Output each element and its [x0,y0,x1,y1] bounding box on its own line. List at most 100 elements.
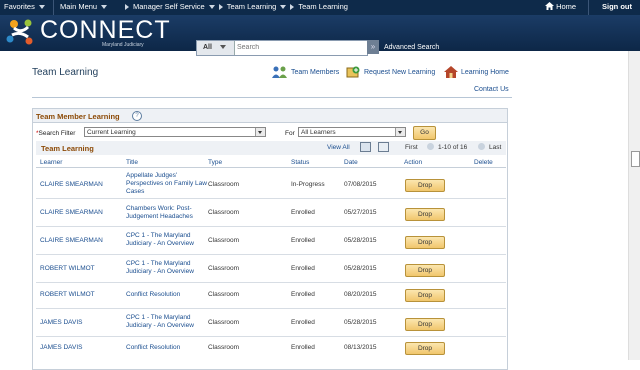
favorites-menu[interactable]: Favorites [4,2,45,11]
first-link[interactable]: First [405,144,418,151]
drop-button[interactable]: Drop [405,264,445,277]
learning-home-link[interactable]: Learning Home [444,66,509,78]
title-cell[interactable]: CPC 1 - The Maryland Judiciary - An Over… [126,260,208,276]
team-members-label: Team Members [291,68,340,76]
search-filter-value: Current Learning [87,129,136,136]
divider [53,0,54,15]
title-cell[interactable]: Chambers Work: Post-Judgement Headaches [126,205,208,221]
logo-icon [6,19,33,45]
search-scope-select[interactable]: All [197,41,235,55]
row-range: 1-10 of 16 [438,144,468,151]
breadcrumb-item-current[interactable]: Team Learning [298,2,348,11]
title-cell[interactable]: Conflict Resolution [126,291,208,299]
page-title: Team Learning [32,67,99,78]
learner-cell[interactable]: ROBERT WILMOT [40,291,95,299]
table-row: JAMES DAVIS Conflict Resolution Classroo… [36,337,506,360]
search-scope-label: All [203,44,212,51]
advanced-search-link[interactable]: Advanced Search [384,44,439,51]
next-icon[interactable] [478,143,485,150]
column-header-delete: Delete [474,159,493,166]
last-link[interactable]: Last [489,144,501,151]
chevron-down-icon [255,128,265,136]
status-cell: In-Progress [291,181,325,188]
status-cell: Enrolled [291,265,315,272]
column-header-status[interactable]: Status [291,159,309,166]
date-cell: 05/27/2015 [344,209,377,216]
team-members-link[interactable]: Team Members [272,66,339,78]
breadcrumb-item[interactable]: Team Learning [227,2,277,11]
column-header-action: Action [404,159,423,166]
type-cell: Classroom [208,344,240,351]
column-header-type[interactable]: Type [208,159,222,166]
drop-button[interactable]: Drop [405,179,445,192]
drop-button[interactable]: Drop [405,289,445,302]
request-new-learning-link[interactable]: Request New Learning [346,66,435,78]
header-banner: CONNECT Maryland Judiciary All » Advance… [0,15,640,56]
request-learning-icon [346,66,360,78]
search-filter-label-text: Search Filter [38,130,76,137]
previous-icon[interactable] [427,143,434,150]
home-label: Home [556,2,577,11]
learner-cell[interactable]: CLAIRE SMEARMAN [40,181,103,189]
grid-title: Team Learning [41,144,94,153]
drop-button[interactable]: Drop [405,318,445,331]
table-row: CLAIRE SMEARMAN CPC 1 - The Maryland Jud… [36,227,506,255]
drop-button[interactable]: Drop [405,236,445,249]
date-cell: 08/13/2015 [344,344,377,351]
search-input[interactable] [237,42,363,53]
title-cell[interactable]: CPC 1 - The Maryland Judiciary - An Over… [126,314,208,330]
chevron-down-icon [208,5,215,10]
type-cell: Classroom [208,265,240,272]
column-header-title[interactable]: Title [126,159,138,166]
drop-button[interactable]: Drop [405,342,445,355]
search-button[interactable]: » [367,40,379,54]
learner-cell[interactable]: ROBERT WILMOT [40,265,95,273]
vertical-scrollbar[interactable] [628,51,640,360]
help-icon[interactable]: ? [132,111,142,121]
download-excel-icon[interactable] [378,142,389,152]
learner-cell[interactable]: CLAIRE SMEARMAN [40,237,103,245]
type-cell: Classroom [208,291,240,298]
date-cell: 05/28/2015 [344,237,377,244]
zoom-grid-icon[interactable] [360,142,371,152]
home-icon [545,2,554,10]
view-all-link[interactable]: View All [327,144,350,151]
chevron-right-icon [125,4,129,11]
drop-button[interactable]: Drop [405,208,445,221]
column-header-date[interactable]: Date [344,159,358,166]
sign-out-link[interactable]: Sign out [602,2,632,11]
request-new-learning-label: Request New Learning [364,68,436,76]
status-cell: Enrolled [291,291,315,298]
divider [32,97,512,98]
panel-title: Team Member Learning [36,112,120,121]
home-link[interactable]: Home [545,2,576,11]
title-cell[interactable]: Appellate Judges' Perspectives on Family… [126,172,208,196]
contact-us-link[interactable]: Contact Us [474,86,509,93]
table-row: ROBERT WILMOT CPC 1 - The Maryland Judic… [36,255,506,283]
search-filter-select[interactable]: Current Learning [84,127,266,137]
main-menu[interactable]: Main Menu [60,2,108,11]
grid-header: Team Learning [36,141,506,155]
title-cell[interactable]: Conflict Resolution [126,344,208,352]
column-header-learner[interactable]: Learner [40,159,62,166]
learning-home-icon [444,66,458,78]
panel-header: Team Member Learning ? [33,109,507,123]
search-bar: All [196,40,368,56]
learner-cell[interactable]: JAMES DAVIS [40,344,83,352]
chevron-right-icon [290,4,295,11]
go-button[interactable]: Go [413,126,436,140]
learner-cell[interactable]: JAMES DAVIS [40,319,83,327]
status-cell: Enrolled [291,344,315,351]
for-select[interactable]: All Learners [298,127,406,137]
table-row: JAMES DAVIS CPC 1 - The Maryland Judicia… [36,309,506,337]
date-cell: 08/20/2015 [344,291,377,298]
chevron-down-icon [280,5,287,10]
scrollbar-thumb[interactable] [631,151,640,167]
team-members-icon [272,66,287,78]
status-cell: Enrolled [291,237,315,244]
main-menu-label: Main Menu [60,2,98,11]
title-cell[interactable]: CPC 1 - The Maryland Judiciary - An Over… [126,232,208,248]
breadcrumb-item[interactable]: Manager Self Service [133,2,205,11]
table-row: ROBERT WILMOT Conflict Resolution Classr… [36,283,506,309]
learner-cell[interactable]: CLAIRE SMEARMAN [40,209,103,217]
